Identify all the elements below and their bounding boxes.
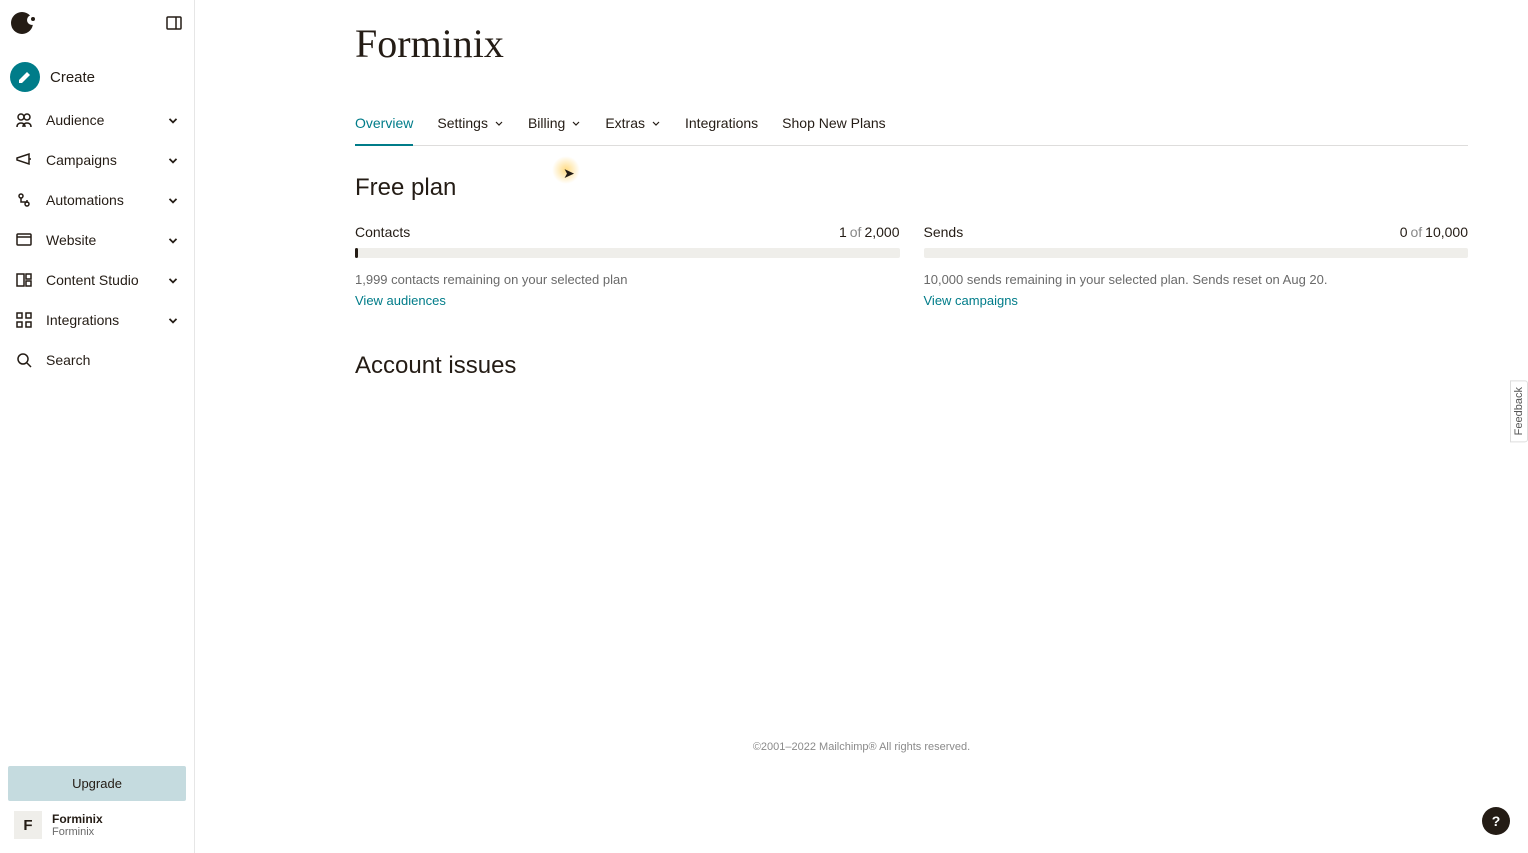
sidebar-item-content-studio[interactable]: Content Studio	[0, 260, 194, 300]
sidebar-item-label: Integrations	[46, 312, 119, 328]
sidebar-item-label: Website	[46, 232, 96, 248]
create-button[interactable]: Create	[0, 54, 194, 100]
account-name: Forminix	[52, 812, 103, 826]
sidebar-item-search[interactable]: Search	[0, 340, 194, 380]
tabs: Overview Settings Billing Extras Integra…	[355, 105, 1468, 146]
sidebar-item-label: Search	[46, 352, 90, 368]
tab-label: Overview	[355, 115, 413, 131]
sidebar-item-automations[interactable]: Automations	[0, 180, 194, 220]
tab-extras[interactable]: Extras	[605, 105, 661, 145]
sidebar-item-label: Campaigns	[46, 152, 117, 168]
account-sub: Forminix	[52, 826, 103, 838]
tab-settings[interactable]: Settings	[437, 105, 504, 145]
sidebar-item-website[interactable]: Website	[0, 220, 194, 260]
logo[interactable]	[10, 8, 46, 38]
chevron-down-icon	[651, 118, 661, 128]
chevron-down-icon	[166, 273, 180, 287]
tab-billing[interactable]: Billing	[528, 105, 581, 145]
sidebar-item-integrations[interactable]: Integrations	[0, 300, 194, 340]
chevron-down-icon	[166, 313, 180, 327]
sidebar: Create Audience Campaigns Automations We…	[0, 0, 195, 853]
tab-overview[interactable]: Overview	[355, 105, 413, 145]
tab-shop-new-plans[interactable]: Shop New Plans	[782, 105, 886, 145]
account-issues-title: Account issues	[355, 352, 1468, 380]
sidebar-collapse-button[interactable]	[164, 13, 184, 33]
view-campaigns-link[interactable]: View campaigns	[924, 293, 1469, 308]
tab-label: Settings	[437, 115, 488, 131]
sends-progress	[924, 248, 1469, 258]
plan-title: Free plan	[355, 174, 1468, 202]
campaigns-icon	[14, 150, 34, 170]
content-icon	[14, 270, 34, 290]
create-label: Create	[50, 69, 95, 86]
main-content: Forminix Overview Settings Billing Extra…	[195, 0, 1528, 853]
sidebar-item-label: Audience	[46, 112, 104, 128]
tab-label: Integrations	[685, 115, 758, 131]
metric-label: Contacts	[355, 224, 410, 240]
avatar: F	[14, 811, 42, 839]
pencil-icon	[10, 62, 40, 92]
chevron-down-icon	[166, 233, 180, 247]
tab-label: Extras	[605, 115, 645, 131]
contacts-progress	[355, 248, 900, 258]
tab-integrations[interactable]: Integrations	[685, 105, 758, 145]
metric-value: 0of10,000	[1400, 224, 1468, 240]
chevron-down-icon	[166, 193, 180, 207]
metric-value: 1of2,000	[839, 224, 900, 240]
sidebar-item-label: Content Studio	[46, 272, 139, 288]
automations-icon	[14, 190, 34, 210]
view-audiences-link[interactable]: View audiences	[355, 293, 900, 308]
metric-contacts: Contacts 1of2,000 1,999 contacts remaini…	[355, 224, 900, 308]
sidebar-item-label: Automations	[46, 192, 124, 208]
account-switcher[interactable]: F Forminix Forminix	[8, 801, 186, 845]
chevron-down-icon	[571, 118, 581, 128]
metric-caption: 10,000 sends remaining in your selected …	[924, 272, 1469, 287]
metric-sends: Sends 0of10,000 10,000 sends remaining i…	[924, 224, 1469, 308]
chevron-down-icon	[166, 153, 180, 167]
sidebar-item-audience[interactable]: Audience	[0, 100, 194, 140]
website-icon	[14, 230, 34, 250]
search-icon	[14, 350, 34, 370]
tab-label: Billing	[528, 115, 565, 131]
page-title: Forminix	[355, 20, 1468, 67]
footer-copyright: ©2001–2022 Mailchimp® All rights reserve…	[195, 741, 1528, 753]
help-button[interactable]: ?	[1482, 807, 1510, 835]
tab-label: Shop New Plans	[782, 115, 886, 131]
chevron-down-icon	[166, 113, 180, 127]
integrations-icon	[14, 310, 34, 330]
audience-icon	[14, 110, 34, 130]
metric-caption: 1,999 contacts remaining on your selecte…	[355, 272, 900, 287]
chevron-down-icon	[494, 118, 504, 128]
upgrade-button[interactable]: Upgrade	[8, 766, 186, 801]
feedback-tab[interactable]: Feedback	[1510, 380, 1528, 442]
sidebar-item-campaigns[interactable]: Campaigns	[0, 140, 194, 180]
metric-label: Sends	[924, 224, 964, 240]
